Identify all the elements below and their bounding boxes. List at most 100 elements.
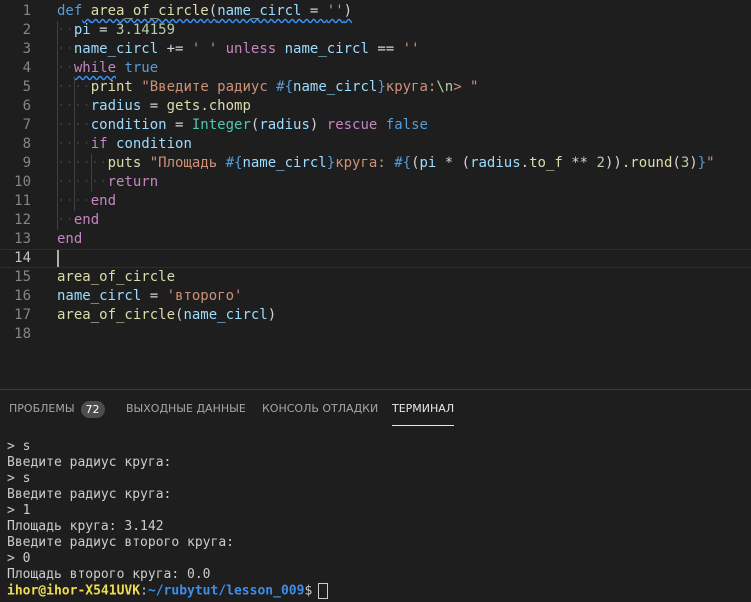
code-token: while: [73, 60, 117, 76]
code-token: 'второго': [166, 288, 243, 304]
code-line[interactable]: 10 ······return: [0, 173, 751, 192]
code-line[interactable]: 13 end: [0, 230, 751, 249]
whitespace-marker: ··: [57, 212, 74, 228]
tab-debug-console-label: КОНСОЛЬ ОТЛАДКИ: [262, 402, 379, 415]
line-number: 14: [14, 250, 31, 266]
code-token: ==: [368, 41, 403, 57]
code-token: #{: [225, 155, 243, 171]
code-text: ····print "Введите радиус #{name_circl}к…: [57, 78, 479, 97]
code-token: unless: [225, 41, 277, 57]
code-text: ····end: [57, 192, 116, 211]
terminal-line: Введите радиус второго круга:: [7, 535, 234, 550]
code-token: 3.14159: [116, 22, 176, 38]
tab-terminal[interactable]: ТЕРМИНАЛ: [392, 390, 455, 426]
prompt-path: ~/rubytut/lesson_009: [147, 583, 305, 599]
code-text: ····radius = gets.chomp: [57, 97, 251, 116]
tab-problems[interactable]: ПРОБЛЕМЫ 72: [9, 390, 105, 426]
terminal-line: > 0: [7, 551, 31, 566]
code-token: 2: [596, 155, 605, 171]
code-token: #{: [276, 79, 294, 95]
line-number: 11: [14, 193, 31, 209]
code-text: area_of_circle(name_circl): [57, 306, 276, 325]
code-token: "Площадь: [149, 155, 226, 171]
code-token: (: [208, 3, 218, 19]
tab-problems-label: ПРОБЛЕМЫ: [9, 402, 75, 415]
line-number: 12: [14, 212, 31, 228]
code-text: ··while true: [57, 59, 158, 78]
terminal-line: Площадь второго круга: 0.0: [7, 567, 211, 582]
line-number: 1: [22, 3, 31, 19]
code-line[interactable]: 12 ··end: [0, 211, 751, 230]
code-token: name_circl: [242, 155, 327, 171]
whitespace-marker: ····: [57, 193, 91, 209]
code-line[interactable]: 6 ····radius = gets.chomp: [0, 97, 751, 116]
problems-count-badge: 72: [80, 400, 105, 418]
code-text: ······puts "Площадь #{name_circl}круга: …: [57, 154, 715, 173]
code-token: if: [90, 136, 108, 152]
tab-terminal-label: ТЕРМИНАЛ: [392, 402, 455, 415]
code-token: end: [73, 212, 100, 228]
line-number: 4: [22, 60, 31, 76]
code-editor[interactable]: 1 def area_of_circle(name_circl = '') 2 ··p…: [0, 0, 751, 389]
whitespace-marker: ····: [57, 136, 91, 152]
code-token: return: [107, 174, 159, 190]
code-line[interactable]: 2 ··pi = 3.14159: [0, 21, 751, 40]
whitespace-marker: ··: [57, 60, 74, 76]
line-number: 10: [14, 174, 31, 190]
code-line[interactable]: 17 area_of_circle(name_circl): [0, 306, 751, 325]
code-text: ····condition = Integer(radius) rescue f…: [57, 116, 428, 135]
line-number: 5: [22, 79, 31, 95]
code-line[interactable]: 1 def area_of_circle(name_circl = ''): [0, 2, 751, 21]
line-number: 17: [14, 307, 31, 323]
terminal-prompt-line[interactable]: ihor@ihor-X541UVK:~/rubytut/lesson_009$: [7, 583, 329, 599]
code-line[interactable]: 3 ··name_circl += ' ' unless name_circl =…: [0, 40, 751, 59]
terminal-line: > 1: [7, 503, 31, 518]
code-token: +=: [158, 41, 192, 57]
line-number: 16: [14, 288, 31, 304]
code-token: .: [520, 155, 530, 171]
line-number: 8: [22, 136, 31, 152]
whitespace-marker: ····: [57, 117, 91, 133]
code-line[interactable]: 7 ····condition = Integer(radius) rescue …: [0, 116, 751, 135]
code-text: name_circl = 'второго': [57, 287, 242, 306]
code-token: '': [326, 3, 344, 19]
code-token: print: [90, 79, 133, 95]
tab-output-label: ВЫХОДНЫЕ ДАННЫЕ: [126, 402, 246, 415]
code-line[interactable]: 11 ····end: [0, 192, 751, 211]
code-line[interactable]: 9 ······puts "Площадь #{name_circl}круга:…: [0, 154, 751, 173]
code-token: * (: [436, 155, 471, 171]
code-line[interactable]: 4 ··while true: [0, 59, 751, 78]
code-token: to_f: [529, 155, 563, 171]
code-token: name_circl: [217, 3, 302, 19]
line-number: 3: [22, 41, 31, 57]
tab-output[interactable]: ВЫХОДНЫЕ ДАННЫЕ: [126, 390, 246, 426]
terminal-cursor: [318, 583, 329, 599]
code-token: chomp: [208, 98, 251, 114]
prompt-separator: :: [140, 583, 148, 599]
code-line[interactable]: 16 name_circl = 'второго': [0, 287, 751, 306]
code-token: condition: [116, 136, 192, 152]
code-token: gets: [166, 98, 201, 114]
code-token: }: [326, 155, 336, 171]
code-text: def area_of_circle(name_circl = ''): [57, 2, 352, 21]
code-token: name_circl: [73, 41, 159, 57]
tab-debug-console[interactable]: КОНСОЛЬ ОТЛАДКИ: [262, 390, 378, 426]
code-line[interactable]: 8 ····if condition: [0, 135, 751, 154]
code-token: =: [90, 22, 117, 38]
line-number: 15: [14, 269, 31, 285]
code-line[interactable]: 15 area_of_circle: [0, 268, 751, 287]
code-text: ··name_circl += ' ' unless name_circl ==…: [57, 40, 420, 59]
code-token: radius: [259, 117, 310, 133]
code-text: ··end: [57, 211, 99, 230]
code-line[interactable]: 5 ····print "Введите радиус #{name_circl}…: [0, 78, 751, 97]
code-line[interactable]: 18: [0, 325, 751, 344]
code-token: #{: [394, 155, 412, 171]
code-token: ): [689, 155, 698, 171]
code-token: area_of_circle: [57, 269, 176, 285]
code-line[interactable]: 14: [0, 249, 751, 268]
